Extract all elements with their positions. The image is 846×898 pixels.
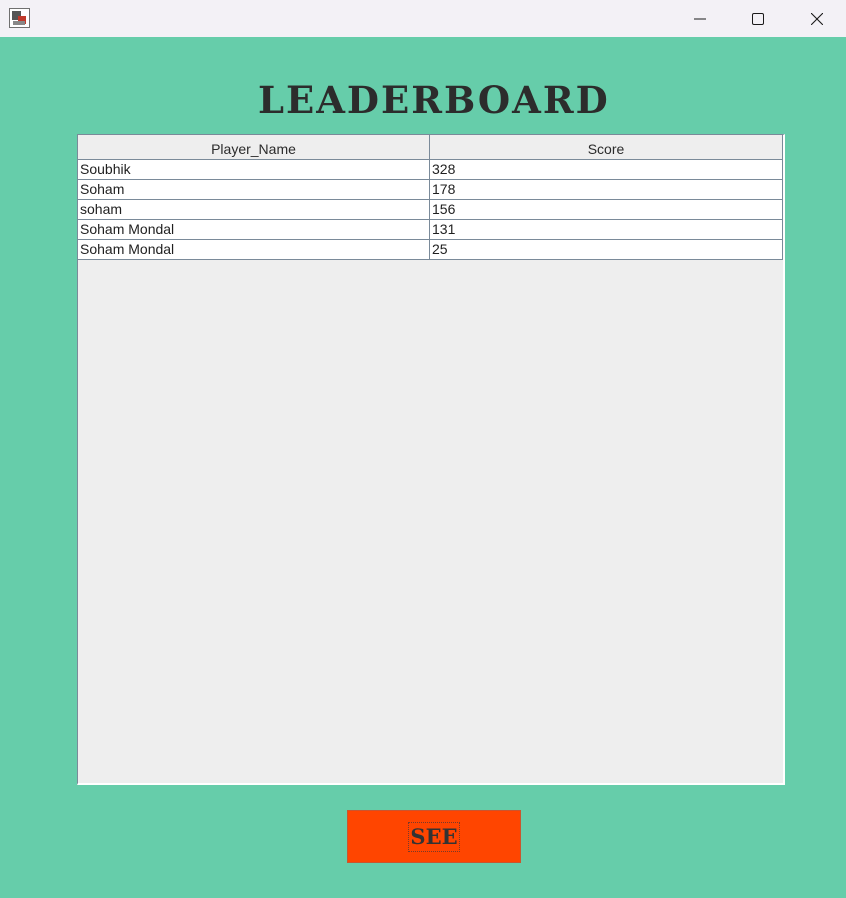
- minimize-button[interactable]: [671, 0, 729, 37]
- see-button[interactable]: SEE: [347, 810, 521, 863]
- title-bar[interactable]: [0, 0, 846, 37]
- column-header-player-name[interactable]: Player_Name: [78, 135, 430, 160]
- leaderboard-table[interactable]: Player_Name Score Soubhik 328 Soham 178 …: [77, 134, 785, 785]
- java-app-icon[interactable]: [9, 8, 30, 28]
- cell-player-name[interactable]: soham: [78, 200, 430, 220]
- column-header-score[interactable]: Score: [430, 135, 783, 160]
- app-window: LEADERBOARD Player_Name Score Soubhik 32…: [0, 0, 846, 898]
- cell-score[interactable]: 131: [430, 220, 783, 240]
- maximize-icon: [752, 12, 764, 25]
- close-button[interactable]: [788, 0, 846, 37]
- table-row[interactable]: Soubhik 328: [78, 160, 783, 180]
- table-row[interactable]: Soham Mondal 131: [78, 220, 783, 240]
- table-row[interactable]: soham 156: [78, 200, 783, 220]
- minimize-icon: [694, 18, 706, 19]
- table-row[interactable]: Soham Mondal 25: [78, 240, 783, 260]
- cell-player-name[interactable]: Soubhik: [78, 160, 430, 180]
- table-header: Player_Name Score: [78, 135, 783, 160]
- maximize-button[interactable]: [729, 0, 787, 37]
- cell-score[interactable]: 156: [430, 200, 783, 220]
- cell-player-name[interactable]: Soham Mondal: [78, 220, 430, 240]
- cell-score[interactable]: 25: [430, 240, 783, 260]
- page-title: LEADERBOARD: [258, 78, 610, 122]
- cell-score[interactable]: 178: [430, 180, 783, 200]
- close-icon: [811, 12, 823, 25]
- table-row[interactable]: Soham 178: [78, 180, 783, 200]
- see-button-label: SEE: [408, 821, 460, 852]
- cell-player-name[interactable]: Soham Mondal: [78, 240, 430, 260]
- cell-player-name[interactable]: Soham: [78, 180, 430, 200]
- cell-score[interactable]: 328: [430, 160, 783, 180]
